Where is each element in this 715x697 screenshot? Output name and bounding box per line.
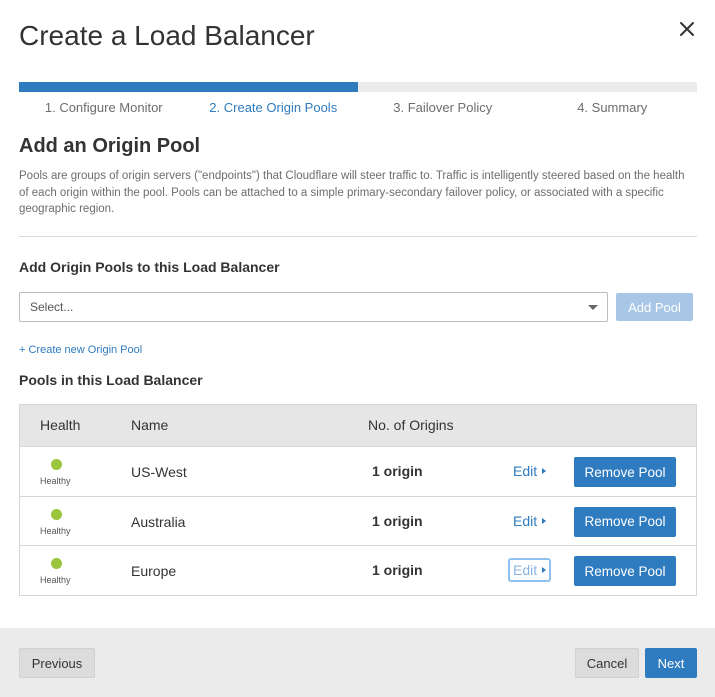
cancel-button[interactable]: Cancel [575, 648, 639, 678]
edit-label: Edit [513, 463, 538, 479]
pool-name: Australia [131, 513, 186, 530]
wizard-steps: 1. Configure Monitor 2. Create Origin Po… [19, 100, 697, 115]
remove-pool-button[interactable]: Remove Pool [574, 457, 676, 487]
table-row: Healthy Australia 1 origin Edit Remove P… [20, 495, 696, 545]
wizard-progress-bar [19, 82, 697, 92]
origin-pool-select-value: Select... [30, 300, 74, 314]
column-header-name: Name [131, 417, 169, 433]
caret-right-icon [542, 567, 547, 573]
pools-table: Health Name No. of Origins Healthy US-We… [19, 404, 697, 596]
health-status-icon [51, 508, 62, 520]
step-failover-policy: 3. Failover Policy [393, 100, 493, 115]
remove-pool-button[interactable]: Remove Pool [574, 506, 676, 537]
pools-heading: Pools in this Load Balancer [19, 372, 203, 388]
pool-origins: 1 origin [372, 562, 423, 578]
create-origin-pool-link[interactable]: + Create new Origin Pool [19, 344, 142, 356]
edit-pool-button[interactable]: Edit [508, 459, 551, 483]
modal-header: Create a Load Balancer [19, 18, 696, 58]
add-pool-button[interactable]: Add Pool [616, 293, 693, 321]
health-label: Healthy [40, 575, 71, 585]
next-button[interactable]: Next [645, 648, 697, 678]
section-title: Add an Origin Pool [19, 135, 201, 157]
previous-button[interactable]: Previous [19, 648, 95, 678]
table-row: Healthy Europe 1 origin Edit Remove Pool [20, 545, 696, 595]
modal-title: Create a Load Balancer [19, 20, 315, 51]
step-configure-monitor: 1. Configure Monitor [44, 100, 163, 115]
health-label: Healthy [40, 525, 71, 536]
step-create-origin-pools: 2. Create Origin Pools [209, 100, 338, 115]
column-header-health: Health [40, 417, 81, 433]
pool-origins: 1 origin [372, 463, 423, 479]
pool-name: US-West [131, 464, 187, 480]
close-icon[interactable] [678, 20, 696, 38]
health-label: Healthy [40, 476, 71, 486]
edit-label: Edit [513, 512, 538, 529]
pool-name: Europe [131, 563, 177, 579]
edit-pool-button[interactable]: Edit [508, 558, 552, 582]
origin-pool-select[interactable]: Select... [19, 292, 608, 322]
chevron-down-icon [588, 305, 598, 310]
edit-pool-button[interactable]: Edit [508, 509, 551, 533]
health-status-icon [51, 459, 62, 470]
section-description: Pools are groups of origin servers ("end… [19, 170, 685, 215]
health-status-icon [51, 558, 62, 569]
remove-pool-button[interactable]: Remove Pool [574, 556, 676, 586]
table-row: Healthy US-West 1 origin Edit Remove Poo… [20, 446, 696, 496]
divider [19, 236, 697, 237]
modal-footer: Previous Cancel Next [0, 628, 715, 697]
step-summary: 4. Summary [577, 100, 648, 115]
add-pools-heading: Add Origin Pools to this Load Balancer [19, 259, 280, 275]
table-header: Health Name No. of Origins [20, 405, 696, 446]
edit-label: Edit [513, 562, 538, 578]
column-header-origins: No. of Origins [368, 417, 454, 433]
caret-right-icon [542, 517, 547, 524]
caret-right-icon [542, 468, 547, 474]
pool-origins: 1 origin [372, 512, 423, 529]
wizard-progress-fill [19, 82, 358, 92]
